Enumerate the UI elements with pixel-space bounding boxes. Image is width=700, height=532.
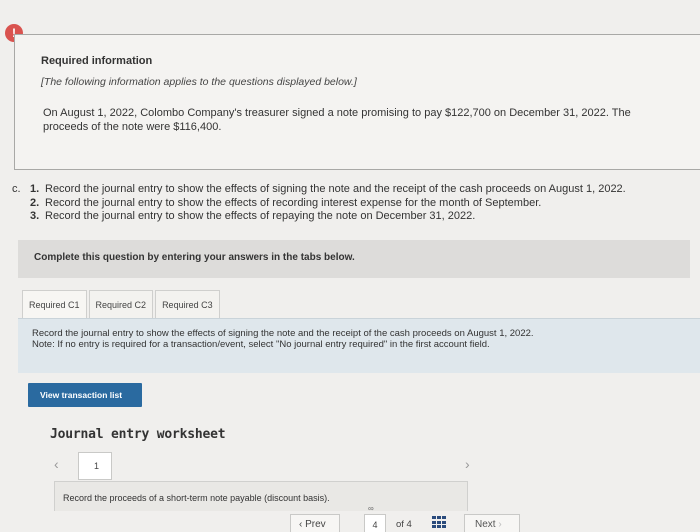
next-label: Next (475, 519, 496, 530)
worksheet-page-number[interactable]: 1 (78, 452, 112, 480)
next-button[interactable]: Next › (464, 514, 520, 532)
question-text: Record the journal entry to show the eff… (45, 210, 476, 222)
question-item: 3. Record the journal entry to show the … (12, 210, 692, 224)
complete-question-banner: Complete this question by entering your … (18, 240, 690, 278)
page-total: of 4 (396, 519, 412, 530)
info-body: On August 1, 2022, Colombo Company's tre… (43, 107, 631, 133)
chevron-right-icon[interactable]: › (465, 456, 470, 472)
tab-bar: Required C1 Required C2 Required C3 (22, 290, 222, 318)
question-list: c. 1. Record the journal entry to show t… (12, 183, 692, 224)
question-text: Record the journal entry to show the eff… (45, 183, 626, 195)
pager-bar (0, 511, 700, 532)
entry-description: Record the proceeds of a short-term note… (54, 481, 468, 511)
instruction-note: Note: If no entry is required for a tran… (32, 339, 490, 350)
link-icon: ∞ (368, 504, 374, 513)
tab-required-c1[interactable]: Required C1 (22, 290, 87, 318)
current-page[interactable]: 4 (364, 514, 386, 532)
info-title: Required information (41, 55, 153, 67)
question-item: c. 1. Record the journal entry to show t… (12, 183, 692, 197)
grid-icon[interactable] (432, 516, 446, 528)
info-subtitle: [The following information applies to th… (41, 76, 357, 88)
instructions-box: Record the journal entry to show the eff… (18, 318, 700, 373)
question-item: 2. Record the journal entry to show the … (12, 197, 692, 211)
prev-label: Prev (305, 519, 326, 530)
instruction-text: Record the journal entry to show the eff… (32, 328, 534, 339)
question-letter: c. (12, 183, 21, 195)
view-transaction-list-button[interactable]: View transaction list (28, 383, 142, 407)
question-number: 3. (30, 210, 40, 222)
tab-required-c2[interactable]: Required C2 (88, 290, 154, 318)
prev-button[interactable]: ‹ Prev (290, 514, 340, 532)
question-text: Record the journal entry to show the eff… (45, 196, 542, 209)
question-number: 1. (30, 183, 40, 195)
tab-required-c3[interactable]: Required C3 (155, 290, 220, 318)
worksheet-title: Journal entry worksheet (50, 427, 226, 442)
required-info-box: Required information [The following info… (14, 34, 700, 170)
chevron-left-icon[interactable]: ‹ (54, 456, 59, 472)
question-number: 2. (30, 196, 40, 209)
